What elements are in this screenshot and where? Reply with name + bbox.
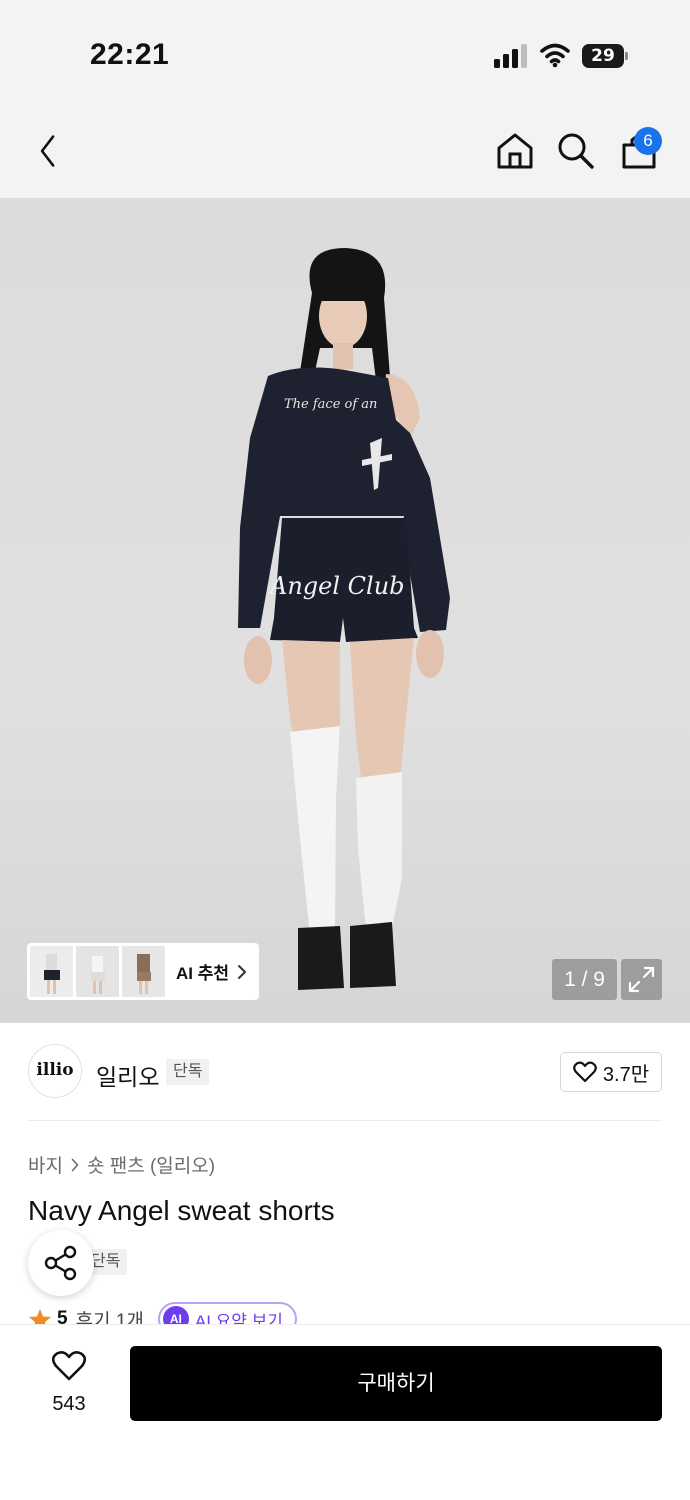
heart-icon	[573, 1061, 597, 1083]
breadcrumb-item[interactable]: 숏 팬츠 (일리오)	[87, 1151, 215, 1178]
wishlist-button[interactable]: 543	[40, 1350, 98, 1416]
status-bar: 22:21 29	[0, 0, 690, 100]
recommend-thumbnail[interactable]	[30, 946, 73, 997]
search-icon[interactable]	[557, 132, 595, 170]
status-time: 22:21	[90, 38, 170, 71]
breadcrumb: 바지 숏 팬츠 (일리오)	[28, 1151, 215, 1178]
share-icon	[44, 1245, 77, 1281]
ai-recommend-label: AI 추천	[176, 964, 230, 983]
cart-count-badge: 6	[634, 127, 662, 155]
expand-button[interactable]	[621, 959, 662, 1000]
svg-text:Angel Club: Angel Club	[268, 572, 405, 600]
recommend-thumbnail[interactable]	[122, 946, 165, 997]
brand-logo[interactable]: illio	[28, 1044, 82, 1098]
breadcrumb-item[interactable]: 바지	[28, 1151, 63, 1178]
svg-text:The face of an: The face of an	[284, 397, 377, 412]
battery-icon: 29	[582, 44, 628, 68]
ai-recommend-card[interactable]: AI 추천	[27, 943, 259, 1000]
brand-row: illio 일리오 단독 3.7만	[0, 1023, 690, 1120]
expand-icon	[628, 966, 655, 993]
cellular-signal-icon	[494, 44, 527, 68]
product-title: Navy Angel sweat shorts	[28, 1195, 335, 1226]
brand-name[interactable]: 일리오	[96, 1058, 159, 1092]
bottom-purchase-bar: 543 구매하기	[0, 1324, 690, 1500]
battery-level: 29	[582, 44, 624, 68]
divider	[28, 1120, 662, 1121]
product-image-gallery[interactable]: Angel Club The face of an AI 추천	[0, 198, 690, 1023]
home-icon[interactable]	[496, 132, 534, 170]
brand-like-count: 3.7만	[602, 1063, 650, 1086]
back-icon[interactable]	[36, 134, 60, 168]
image-counter: 1 / 9	[552, 959, 617, 1000]
brand-like-button[interactable]: 3.7만	[560, 1052, 662, 1092]
recommend-thumbnail[interactable]	[76, 946, 119, 997]
exclusive-tag: 단독	[166, 1059, 210, 1085]
brand-logo-text: illio	[36, 1060, 74, 1080]
chevron-right-icon	[238, 964, 247, 979]
share-button[interactable]	[28, 1230, 94, 1296]
wishlist-count: 543	[52, 1393, 86, 1415]
buy-button[interactable]: 구매하기	[130, 1346, 662, 1421]
heart-icon	[51, 1351, 87, 1381]
chevron-right-icon	[71, 1158, 79, 1171]
wifi-icon	[540, 43, 570, 68]
product-photo: Angel Club The face of an	[238, 248, 450, 990]
